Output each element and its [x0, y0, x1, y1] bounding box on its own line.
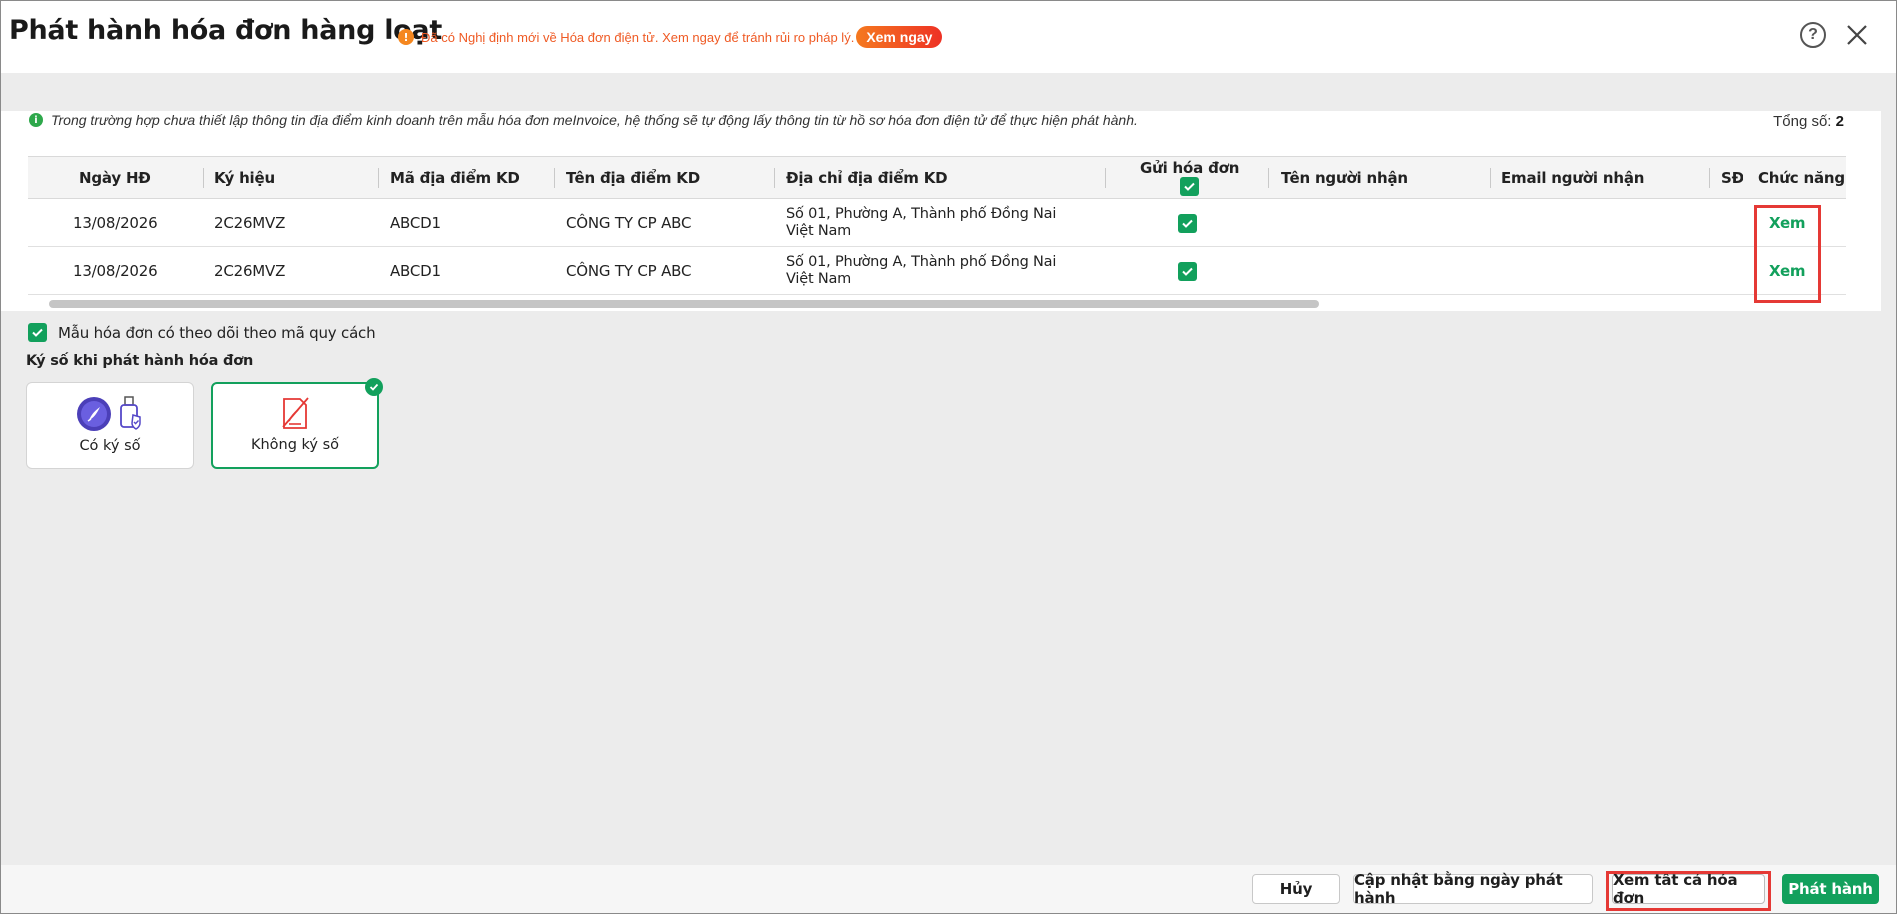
cell-location-name: CÔNG TY CP ABC	[566, 214, 692, 232]
update-date-button[interactable]: Cập nhật bằng ngày phát hành	[1353, 871, 1593, 907]
no-sign-card-label: Không ký số	[250, 437, 340, 453]
notice-view-button[interactable]: Xem ngay	[856, 26, 943, 48]
col-symbol[interactable]: Ký hiệu	[214, 157, 275, 199]
track-spec-checkbox[interactable]	[28, 323, 47, 342]
check-icon	[1182, 219, 1193, 228]
col-send-invoice[interactable]: Gửi hóa đơn	[1140, 157, 1239, 199]
no-signature-icon	[282, 397, 309, 429]
close-icon[interactable]	[1845, 23, 1869, 47]
horizontal-scrollbar[interactable]	[49, 300, 1319, 308]
col-recipient-name[interactable]: Tên người nhận	[1281, 157, 1408, 199]
col-phone[interactable]: SĐ	[1721, 157, 1743, 199]
col-action: Chức năng	[1758, 169, 1845, 187]
table-row: 13/08/2026 2C26MVZ ABCD1 CÔNG TY CP ABC …	[28, 247, 1846, 295]
info-icon: i	[29, 113, 43, 127]
sign-section-label: Ký số khi phát hành hóa đơn	[26, 353, 254, 369]
col-separator[interactable]	[203, 168, 204, 188]
page-title: Phát hành hóa đơn hàng loạt	[9, 15, 442, 46]
table-header: Ngày HĐ Ký hiệu Mã địa điểm KD Tên địa đ…	[28, 157, 1846, 199]
warning-icon: !	[398, 29, 414, 45]
cell-location-address: Số 01, Phường A, Thành phố Đồng Nai Việt…	[786, 254, 1057, 287]
no-sign-icons	[279, 395, 311, 431]
action-column-highlight	[1754, 205, 1821, 303]
sign-icons	[76, 396, 144, 432]
sign-option-card[interactable]: Có ký số	[26, 382, 194, 469]
publish-button[interactable]: Phát hành	[1782, 874, 1879, 904]
track-spec-option[interactable]: Mẫu hóa đơn có theo dõi theo mã quy cách	[28, 323, 376, 342]
cell-location-address: Số 01, Phường A, Thành phố Đồng Nai Việt…	[786, 206, 1057, 239]
col-separator[interactable]	[1490, 168, 1491, 188]
no-sign-option-card[interactable]: Không ký số	[211, 378, 383, 469]
sign-card-label: Có ký số	[79, 438, 141, 454]
col-location-code[interactable]: Mã địa điểm KD	[390, 157, 520, 199]
send-invoice-checkbox[interactable]	[1178, 261, 1197, 281]
help-icon[interactable]: ?	[1800, 22, 1826, 48]
total-count: Tổng số: 2	[1773, 113, 1844, 130]
col-separator[interactable]	[1105, 168, 1106, 188]
check-icon	[1184, 182, 1195, 191]
vertical-scroll-gutter	[1881, 73, 1896, 865]
view-all-highlight	[1606, 871, 1771, 911]
send-invoice-checkbox[interactable]	[1178, 213, 1197, 233]
send-all-checkbox[interactable]	[1180, 177, 1200, 196]
legal-notice: ! Đã có Nghị định mới về Hóa đơn điện tử…	[398, 26, 943, 48]
col-recipient-email[interactable]: Email người nhận	[1501, 157, 1644, 199]
dialog-window: Phát hành hóa đơn hàng loạt ! Đã có Nghị…	[0, 0, 1897, 914]
check-icon	[1182, 267, 1193, 276]
col-separator[interactable]	[1268, 168, 1269, 188]
cell-symbol: 2C26MVZ	[214, 262, 286, 280]
col-separator[interactable]	[554, 168, 555, 188]
cell-location-code: ABCD1	[390, 214, 441, 232]
selected-check-icon	[365, 378, 383, 396]
cell-symbol: 2C26MVZ	[214, 214, 286, 232]
cell-date: 13/08/2026	[73, 262, 158, 280]
col-location-address[interactable]: Địa chỉ địa điểm KD	[786, 157, 948, 199]
info-message: i Trong trường hợp chưa thiết lập thông …	[29, 112, 1138, 128]
total-value: 2	[1835, 113, 1844, 130]
col-location-name[interactable]: Tên địa điểm KD	[566, 157, 700, 199]
digital-signature-icon	[77, 397, 111, 431]
check-icon	[32, 328, 43, 337]
invoice-table: Ngày HĐ Ký hiệu Mã địa điểm KD Tên địa đ…	[28, 156, 1846, 295]
notice-text: Đã có Nghị định mới về Hóa đơn điện tử. …	[421, 29, 855, 45]
col-separator[interactable]	[1709, 168, 1710, 188]
table-row: 13/08/2026 2C26MVZ ABCD1 CÔNG TY CP ABC …	[28, 199, 1846, 247]
cell-date: 13/08/2026	[73, 214, 158, 232]
total-label: Tổng số:	[1773, 113, 1832, 130]
track-spec-label: Mẫu hóa đơn có theo dõi theo mã quy cách	[58, 323, 376, 342]
dialog-header: Phát hành hóa đơn hàng loạt ! Đã có Nghị…	[1, 1, 1896, 73]
col-separator[interactable]	[774, 168, 775, 188]
usb-token-icon	[120, 396, 141, 430]
cell-location-code: ABCD1	[390, 262, 441, 280]
cell-location-name: CÔNG TY CP ABC	[566, 262, 692, 280]
cell-send-invoice	[1178, 247, 1197, 295]
col-separator[interactable]	[378, 168, 379, 188]
cell-send-invoice	[1178, 199, 1197, 247]
send-invoice-label: Gửi hóa đơn	[1140, 159, 1240, 177]
info-text: Trong trường hợp chưa thiết lập thông ti…	[51, 112, 1138, 128]
col-date[interactable]: Ngày HĐ	[79, 157, 151, 199]
cancel-button[interactable]: Hủy	[1252, 874, 1340, 904]
